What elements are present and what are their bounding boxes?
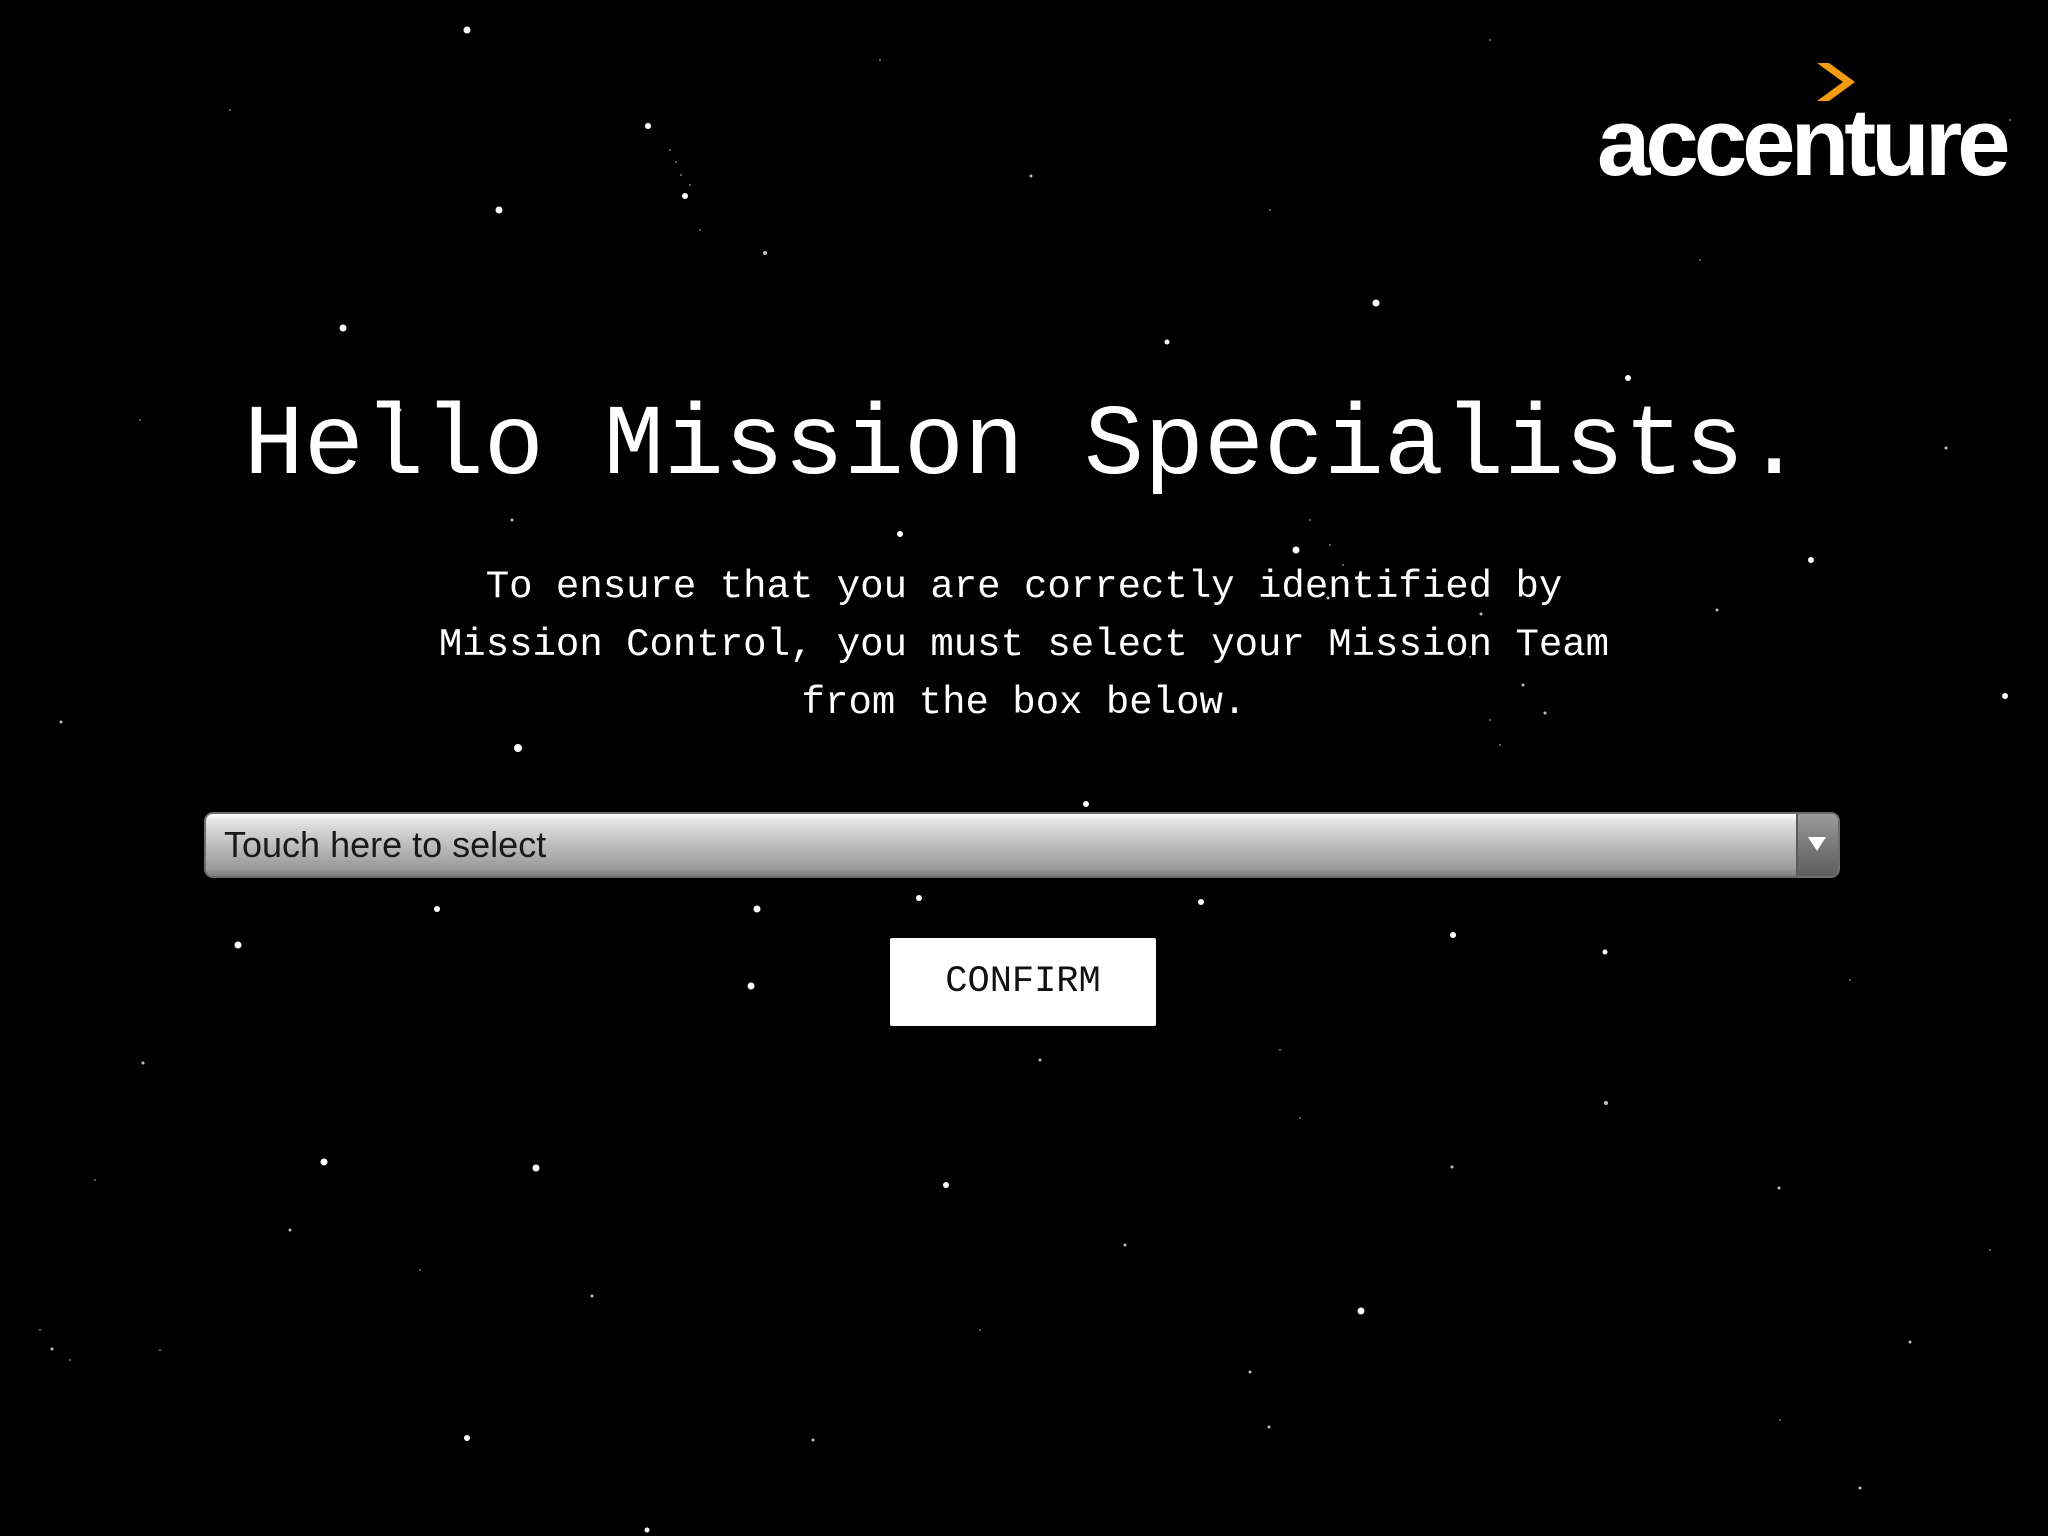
confirm-button[interactable]: CONFIRM [890,938,1156,1026]
select-placeholder: Touch here to select [224,824,547,865]
mission-select-screen: accenture Hello Mission Specialists. To … [0,0,2048,1536]
starfield-background [39,26,2011,1533]
page-title: Hello Mission Specialists. [243,391,1805,504]
select-arrow-button[interactable] [1796,814,1838,876]
brand-wordmark: accenture [1597,89,2011,196]
chevron-down-icon [1808,837,1826,851]
instructions-text: To ensure that you are correctly identif… [438,565,1610,725]
mission-team-select[interactable]: Touch here to select [204,812,1840,878]
accenture-logo: accenture [1595,55,2011,191]
